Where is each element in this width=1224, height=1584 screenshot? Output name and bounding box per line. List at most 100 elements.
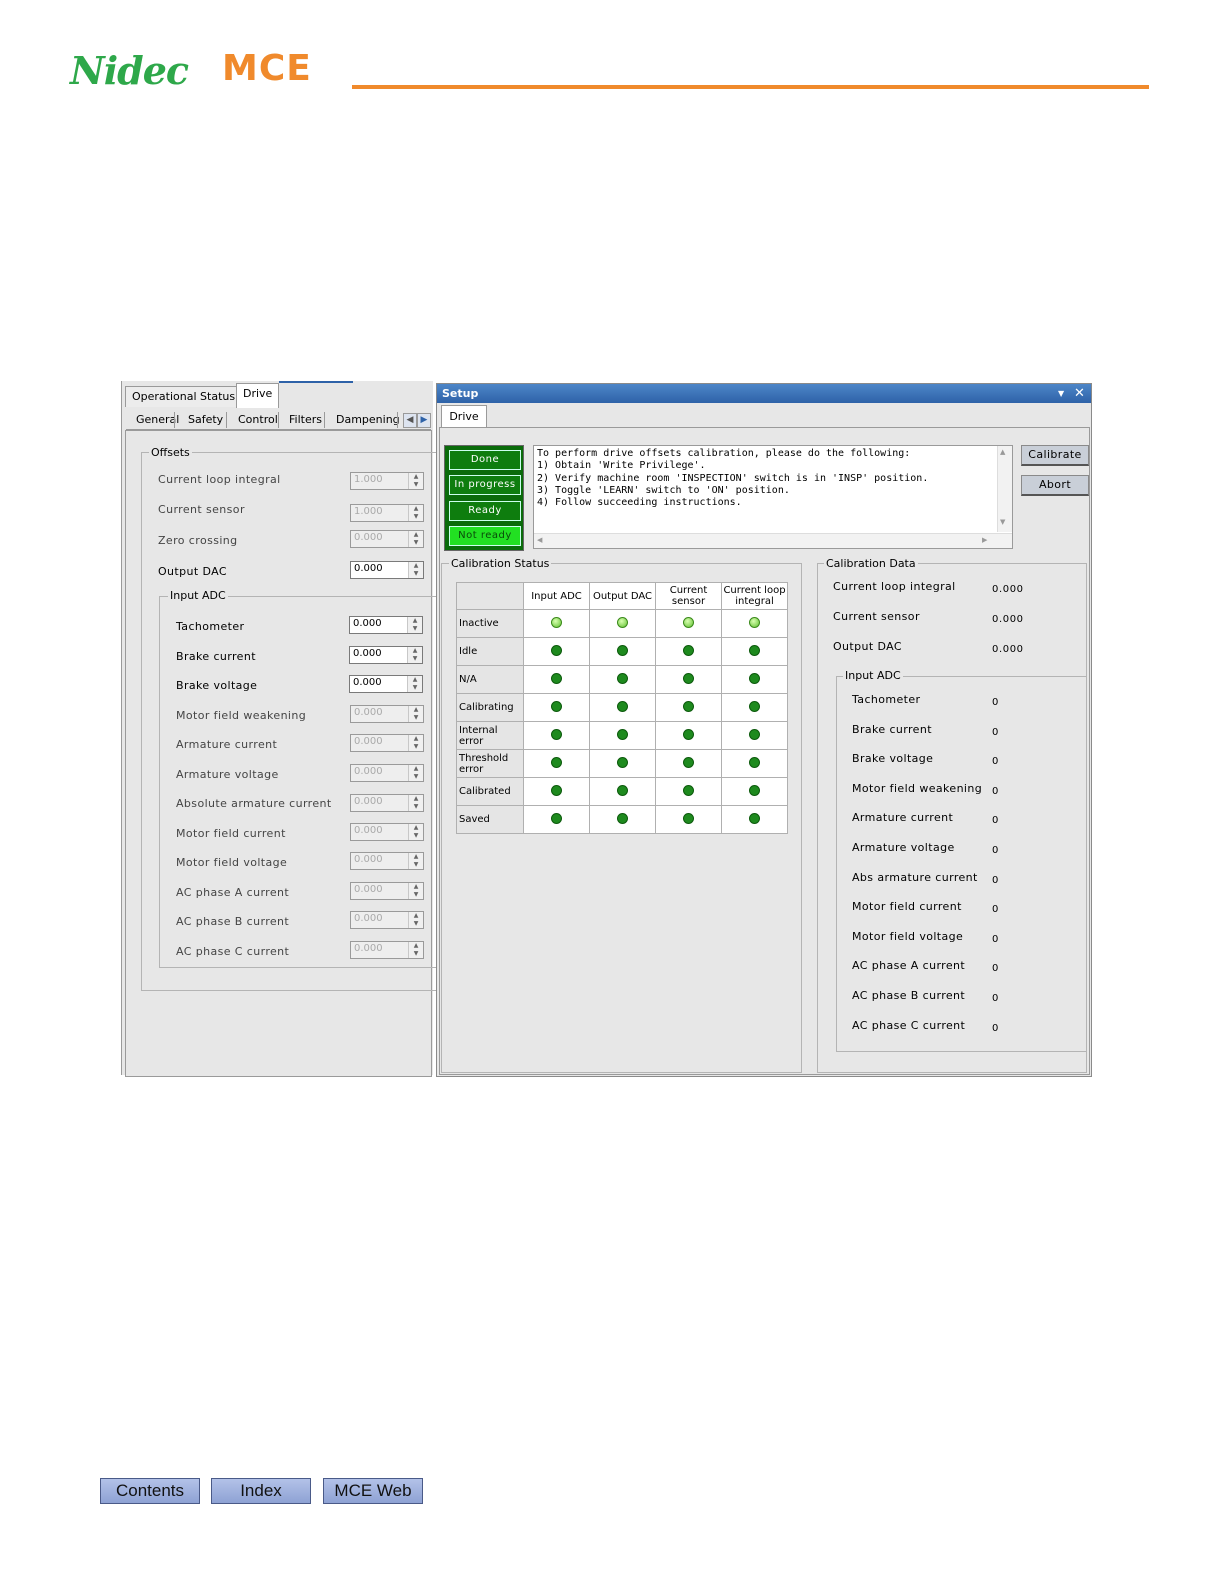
- data-value: 0.000: [992, 584, 1024, 595]
- calibration-row: Inactive: [456, 609, 788, 638]
- row-header-line: error: [459, 735, 484, 747]
- brake-voltage-field[interactable]: 0.000 ▲ ▼: [349, 675, 423, 693]
- vertical-scrollbar[interactable]: ▲ ▼: [997, 446, 1012, 532]
- subtab-filters[interactable]: Filters: [289, 412, 322, 428]
- field-label: Motor field current: [176, 827, 286, 840]
- nidec-logo: Nidec: [70, 48, 189, 93]
- motor-field-voltage-field: 0.000 ▲ ▼: [350, 852, 424, 870]
- adc-data-value: 0: [992, 993, 999, 1004]
- instruction-line: 1) Obtain 'Write Privilege'.: [537, 460, 706, 471]
- row-header: Internal error: [456, 721, 524, 750]
- field-label: Armature current: [176, 738, 278, 751]
- status-led-icon: [551, 812, 562, 824]
- row-header: Idle: [456, 637, 524, 666]
- horizontal-scrollbar[interactable]: ◀ ▶: [534, 533, 1012, 548]
- calibration-row: Calibrating: [456, 693, 788, 722]
- status-cell: [523, 749, 590, 778]
- field-label: Armature voltage: [176, 768, 279, 781]
- status-cell: [655, 693, 722, 722]
- row-header-line: Threshold: [459, 752, 509, 764]
- instruction-line: 2) Verify machine room 'INSPECTION' swit…: [537, 473, 929, 484]
- subtab-divider: [278, 412, 279, 428]
- dropdown-icon[interactable]: ▼: [1058, 384, 1064, 403]
- setup-titlebar: Setup ▼ ✕: [437, 384, 1091, 403]
- adc-data-value: 0: [992, 815, 999, 827]
- column-header-line: Current loop: [723, 585, 786, 596]
- row-header: N/A: [456, 665, 524, 694]
- status-led-icon: [749, 812, 760, 824]
- column-header-line: Input ADC: [531, 590, 582, 602]
- row-header-line: N/A: [459, 674, 477, 685]
- scroll-up-icon[interactable]: ▲: [1000, 448, 1005, 456]
- tab-drive-setup[interactable]: Drive: [441, 405, 487, 428]
- status-led-icon: [617, 700, 628, 712]
- zero-crossing-field: 0.000 ▲ ▼: [350, 530, 424, 548]
- calibration-row: Internal error: [456, 721, 788, 750]
- data-label: Current loop integral: [833, 580, 956, 593]
- status-led-icon: [551, 672, 562, 684]
- scroll-right-icon[interactable]: ▶: [417, 413, 431, 428]
- calibrate-button[interactable]: Calibrate: [1021, 445, 1089, 466]
- subtab-control[interactable]: Control: [238, 412, 278, 428]
- output-dac-field[interactable]: 0.000 ▲ ▼: [350, 561, 424, 579]
- row-header-line: Inactive: [459, 618, 499, 629]
- status-led-icon: [617, 644, 628, 656]
- row-header: Calibrating: [456, 693, 524, 722]
- tab-operational-status[interactable]: Operational Status: [125, 386, 243, 407]
- adc-data-label: Motor field weakening: [852, 781, 983, 795]
- brake-current-field[interactable]: 0.000 ▲ ▼: [349, 646, 423, 664]
- drive-parameters-panel: Operational Status Drive General Safety …: [121, 381, 438, 1077]
- status-not-ready: Not ready: [449, 526, 521, 546]
- offsets-group-title: Offsets: [149, 446, 192, 459]
- status-cell: [589, 637, 656, 666]
- status-in-progress: In progress: [449, 475, 521, 495]
- close-icon[interactable]: ✕: [1074, 384, 1085, 403]
- field-label: Tachometer: [176, 620, 245, 633]
- status-led-icon: [749, 784, 760, 796]
- status-led-icon: [617, 756, 628, 768]
- mce-web-button[interactable]: MCE Web: [323, 1478, 423, 1504]
- adc-data-label: AC phase A current: [852, 959, 966, 973]
- field-label: Brake current: [176, 650, 256, 663]
- motor-field-weakening-field: 0.000 ▲ ▼: [350, 705, 424, 723]
- subtab-dampening[interactable]: Dampening: [336, 412, 400, 428]
- row-header-line: error: [459, 763, 484, 775]
- ac-phase-c-current-field: 0.000 ▲ ▼: [350, 941, 424, 959]
- contents-button[interactable]: Contents: [100, 1478, 200, 1504]
- status-led-icon: [617, 672, 628, 684]
- status-led-icon: [551, 784, 562, 796]
- calibration-status-grid: Input ADC Output DAC Current sensor Current …: [456, 582, 788, 834]
- subtab-general[interactable]: General: [136, 412, 179, 428]
- subtab-safety[interactable]: Safety: [188, 412, 223, 428]
- tab-drive[interactable]: Drive: [236, 383, 280, 408]
- row-header-line: Saved: [459, 814, 490, 825]
- adc-data-value: 0: [992, 697, 999, 708]
- status-led-icon: [617, 728, 628, 740]
- scroll-left-icon[interactable]: ◀: [403, 413, 417, 428]
- abort-button[interactable]: Abort: [1021, 475, 1089, 496]
- calibration-status-table: Input ADC Output DAC Current sensor Current …: [456, 582, 788, 834]
- calibration-row: Calibrated: [456, 777, 788, 806]
- absolute-armature-current-field: 0.000 ▲ ▼: [350, 794, 424, 812]
- scroll-right-icon[interactable]: ▶: [982, 536, 987, 544]
- column-header: Input ADC: [523, 582, 590, 610]
- armature-voltage-field: 0.000 ▲ ▼: [350, 764, 424, 782]
- status-cell: [589, 609, 656, 638]
- grid-corner: [456, 582, 524, 610]
- calibration-row: Threshold error: [456, 749, 788, 778]
- index-button[interactable]: Index: [211, 1478, 311, 1504]
- scroll-down-icon[interactable]: ▼: [1000, 518, 1005, 526]
- setup-body: Done In progress Ready Not ready To perf…: [439, 427, 1090, 1075]
- instructions-textbox[interactable]: To perform drive offsets calibration, pl…: [533, 445, 1013, 549]
- column-header: Current sensor: [655, 582, 722, 610]
- field-label: Zero crossing: [158, 534, 238, 547]
- tachometer-field[interactable]: 0.000 ▲ ▼: [349, 616, 423, 634]
- scroll-left-icon[interactable]: ◀: [537, 536, 542, 544]
- data-value: 0.000: [992, 614, 1024, 625]
- status-indicator-column: Done In progress Ready Not ready: [444, 445, 524, 551]
- data-input-adc-title: Input ADC: [843, 669, 903, 682]
- field-label: AC phase A current: [176, 886, 290, 899]
- current-sensor-field: 1.000 ▲ ▼: [350, 504, 424, 522]
- field-label: Current sensor: [158, 503, 245, 516]
- row-header-line: Idle: [459, 646, 478, 657]
